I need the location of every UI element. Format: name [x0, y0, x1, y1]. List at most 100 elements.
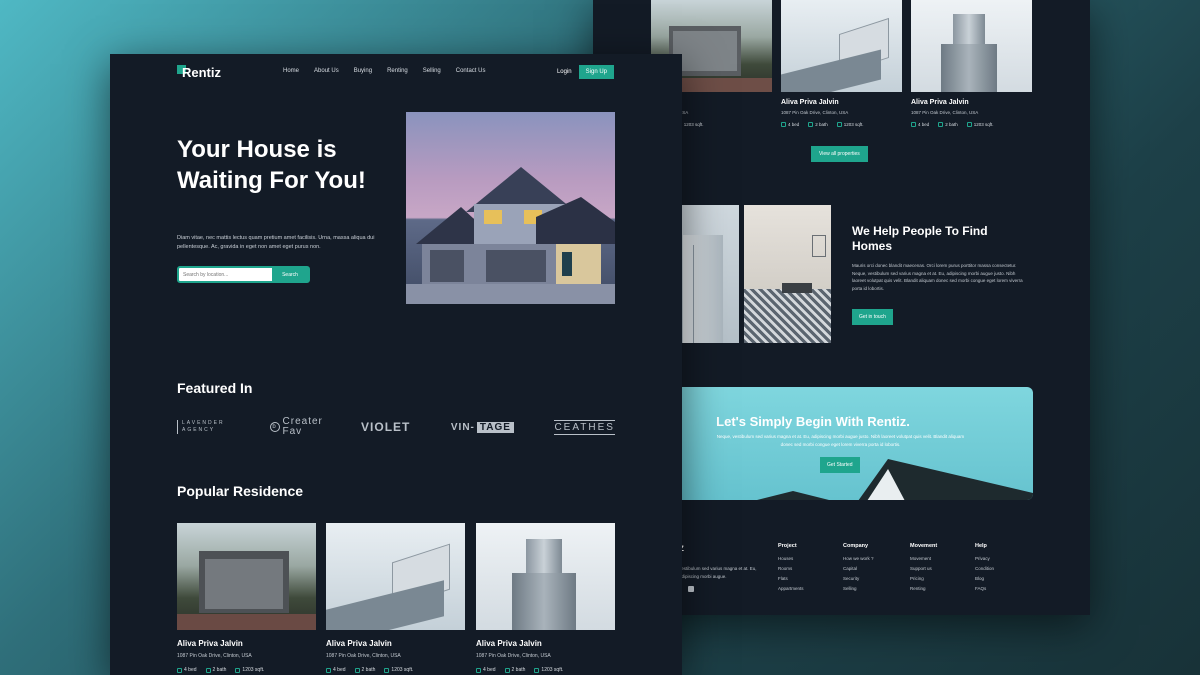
search-input[interactable] [179, 271, 272, 278]
bath-icon [354, 667, 360, 673]
get-in-touch-button[interactable]: Get in touch [852, 309, 893, 325]
createrfav-icon: b [269, 422, 280, 432]
property-name: Aliva Priva Jalvin [326, 639, 392, 648]
house-illustration [406, 167, 615, 304]
nav-about-us[interactable]: About Us [314, 68, 339, 74]
property-image[interactable] [177, 523, 316, 630]
brand-createrfav-logo: b Creater Fav [269, 417, 322, 437]
help-section-description: Mauris orci donec blandit maecenas. Orci… [852, 263, 1023, 291]
property-image[interactable] [476, 523, 615, 630]
nav-contact-us[interactable]: Contact Us [456, 68, 486, 74]
social-icon[interactable] [688, 586, 694, 592]
footer-link[interactable]: Blog [975, 576, 994, 581]
footer-link[interactable]: Selling [843, 586, 874, 591]
baths: 2 bath [938, 122, 958, 127]
brand-violet-logo: VIOLET [361, 420, 411, 434]
property-meta: 4 bed 2 bath 1203 sqft. [781, 122, 902, 127]
baths: 2 bath [354, 667, 375, 673]
sign-up-button[interactable]: Sign Up [578, 65, 614, 79]
footer-link[interactable]: Condition [975, 566, 994, 571]
property-card[interactable]: Aliva Priva Jalvin 1087 Pin Oak Drive, C… [476, 523, 615, 673]
size: 1203 sqft. [534, 667, 563, 673]
interior-image [744, 205, 831, 343]
property-name: Aliva Priva Jalvin [781, 99, 839, 106]
footer-link[interactable]: Security [843, 576, 874, 581]
featured-brands: LAVENDER AGENCY b Creater Fav VIOLET VIN… [177, 417, 615, 437]
auth-controls: Login Sign Up [557, 65, 614, 79]
footer-link[interactable]: Privacy [975, 556, 994, 561]
main-nav: Home About Us Buying Renting Selling Con… [283, 68, 485, 74]
nav-selling[interactable]: Selling [423, 68, 441, 74]
beds: 4 bed [177, 667, 197, 673]
footer-link[interactable]: Capital [843, 566, 874, 571]
footer-link[interactable]: How we work ? [843, 556, 874, 561]
hero-description: Diam vitae, nec mattis lectus quam preti… [177, 235, 375, 250]
property-address: 1087 Pin Oak Drive, Clinton, USA [177, 653, 252, 659]
property-meta: 4 bed 2 bath 1203 sqft. [326, 667, 465, 673]
size: 1203 sqft. [235, 667, 264, 673]
bath-icon [205, 667, 211, 673]
property-name: Aliva Priva Jalvin [177, 639, 243, 648]
property-card[interactable]: Aliva Priva Jalvin 1087 Pin Oak Drive, C… [177, 523, 316, 673]
baths: 2 bath [205, 667, 226, 673]
nav-buying[interactable]: Buying [354, 68, 372, 74]
footer-column-project: Project Houses Rooms Flats Appartments [778, 543, 804, 591]
brand-vintage-logo: VIN- TAGE [451, 421, 514, 433]
property-meta: 4 bed 2 bath 1203 sqft. [177, 667, 316, 673]
login-link[interactable]: Login [557, 69, 572, 75]
property-meta: 4 bed 2 bath 1203 sqft. [911, 122, 1032, 127]
size: 1203 sqft. [836, 122, 864, 127]
popular-residence-title: Popular Residence [177, 483, 304, 499]
nav-home[interactable]: Home [283, 68, 299, 74]
baths: 2 bath [808, 122, 828, 127]
footer-link[interactable]: FAQs [975, 586, 994, 591]
footer-link[interactable]: Renting [910, 586, 937, 591]
area-icon [384, 667, 390, 673]
beds: 4 bed [476, 667, 496, 673]
property-image[interactable] [326, 523, 465, 630]
bed-icon [177, 667, 182, 673]
bed-icon [326, 667, 331, 673]
area-icon [235, 667, 241, 673]
property-card[interactable]: Aliva Priva Jalvin 1087 Pin Oak Drive, C… [911, 0, 1032, 127]
baths: 2 bath [504, 667, 525, 673]
area-icon [836, 122, 842, 127]
search-button[interactable]: Search [272, 268, 308, 281]
property-image[interactable] [911, 0, 1032, 92]
site-logo[interactable]: Rentiz [177, 65, 221, 80]
footer-column-movement: Movement Movement Support us Pricing Ren… [910, 543, 938, 591]
hero-title: Your House is Waiting For You! [177, 136, 366, 194]
footer-link[interactable]: Movement [910, 556, 937, 561]
brand-ceathes-logo: CEATHES [554, 419, 615, 435]
footer-link[interactable]: Appartments [778, 586, 804, 591]
landing-page-preview-front: Rentiz Home About Us Buying Renting Sell… [110, 54, 682, 675]
bath-icon [504, 667, 510, 673]
footer-description: vestibulum sed varius magna et at. Eu, a… [679, 566, 757, 579]
bath-icon [808, 122, 814, 127]
view-all-properties-button[interactable]: View all properties [811, 146, 868, 162]
footer-link[interactable]: Houses [778, 556, 804, 561]
brand-lavender-logo: LAVENDER AGENCY [177, 420, 229, 434]
footer-link[interactable]: Pricing [910, 576, 937, 581]
beds: 4 bed [326, 667, 346, 673]
size: 1203 sqft. [384, 667, 413, 673]
property-address: 1087 Pin Oak Drive, Clinton, USA [911, 110, 979, 115]
bath-icon [938, 122, 944, 127]
nav-renting[interactable]: Renting [387, 68, 408, 74]
beds: 4 bed [911, 122, 929, 127]
footer-link[interactable]: Flats [778, 576, 804, 581]
bed-icon [911, 122, 916, 127]
property-name: Aliva Priva Jalvin [476, 639, 542, 648]
property-image[interactable] [781, 0, 902, 92]
area-icon [534, 667, 540, 673]
property-meta: 4 bed 2 bath 1203 sqft. [476, 667, 615, 673]
featured-in-title: Featured In [177, 380, 253, 396]
property-card[interactable]: Aliva Priva Jalvin 1087 Pin Oak Drive, C… [326, 523, 465, 673]
location-search: Search [177, 266, 310, 283]
footer-link[interactable]: Rooms [778, 566, 804, 571]
property-card[interactable]: Aliva Priva Jalvin 1087 Pin Oak Drive, C… [781, 0, 902, 127]
property-address: 1087 Pin Oak Drive, Clinton, USA [781, 110, 849, 115]
footer-link[interactable]: Support us [910, 566, 937, 571]
beds: 4 bed [781, 122, 799, 127]
get-started-button[interactable]: Get Started [820, 457, 860, 473]
